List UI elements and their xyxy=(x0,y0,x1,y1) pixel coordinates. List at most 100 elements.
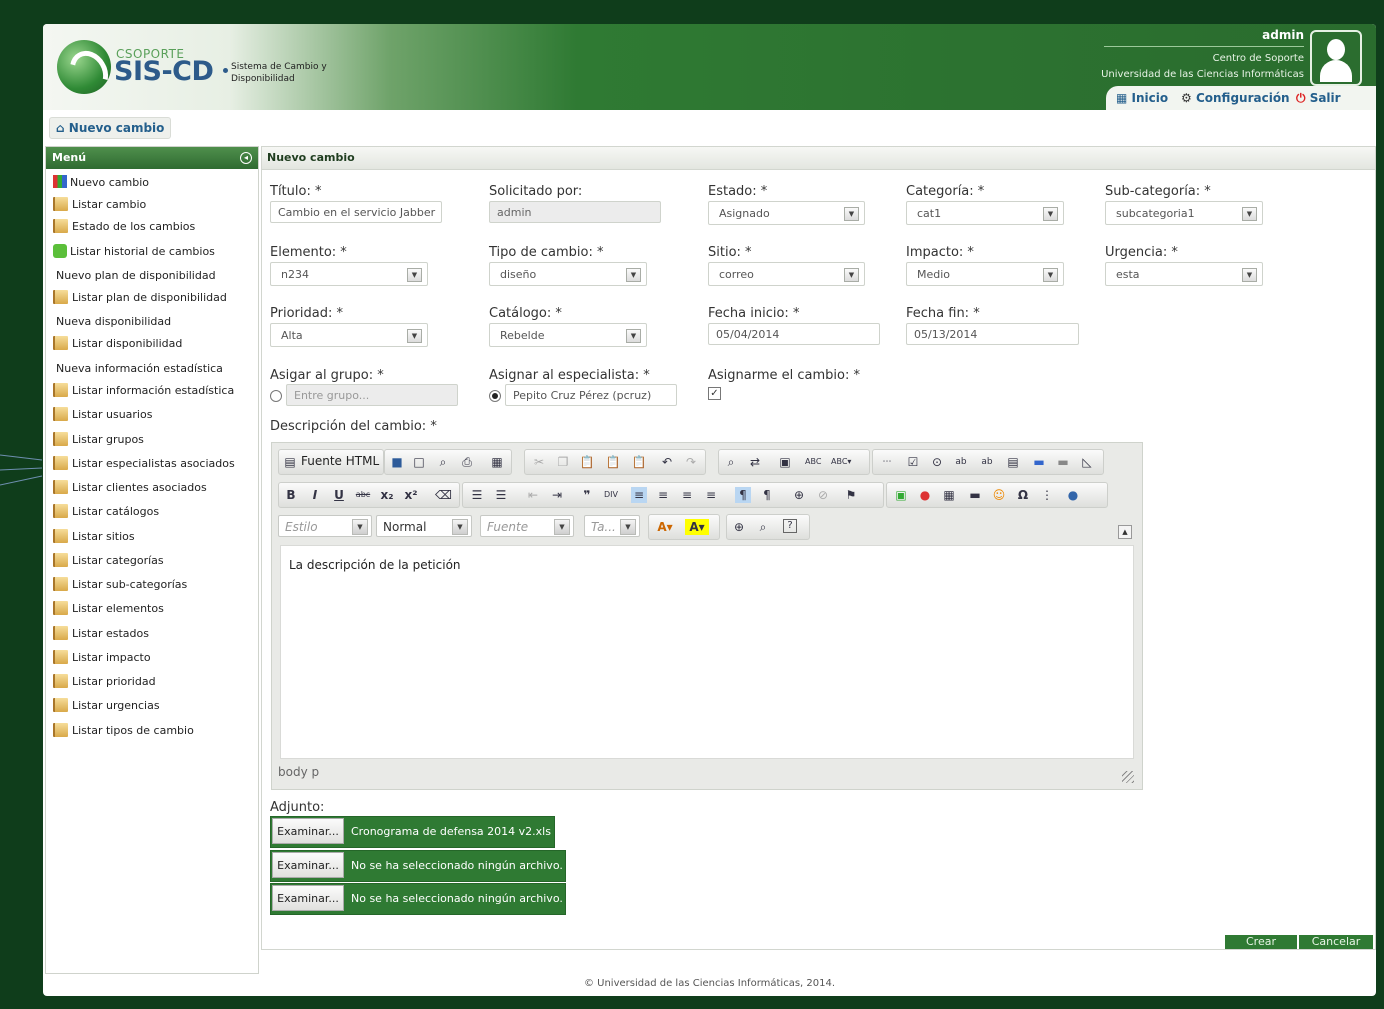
select-field-icon[interactable]: ▤ xyxy=(1005,454,1021,470)
sidebar-item-nuevo-plan[interactable]: Nuevo plan de disponibilidad xyxy=(56,267,216,285)
size-combo[interactable]: Ta... ▼ xyxy=(584,515,640,537)
ltr-icon[interactable]: ¶ xyxy=(735,487,751,503)
file-input[interactable]: Examinar... No se ha seleccionado ningún… xyxy=(270,850,566,882)
align-left-icon[interactable]: ≡ xyxy=(631,487,647,503)
italic-icon[interactable]: I xyxy=(307,487,323,503)
sidebar-item-listar-grupos[interactable]: Listar grupos xyxy=(53,431,144,449)
especialista-radio[interactable] xyxy=(489,390,501,402)
align-right-icon[interactable]: ≡ xyxy=(679,487,695,503)
style-combo[interactable]: Estilo ▼ xyxy=(278,515,372,537)
browse-button[interactable]: Examinar... xyxy=(272,818,344,844)
textarea-icon[interactable]: ab xyxy=(979,454,995,470)
nav-home[interactable]: ▦ Inicio xyxy=(1116,91,1168,105)
file-input[interactable]: Examinar... No se ha seleccionado ningún… xyxy=(270,883,566,915)
collapse-icon[interactable]: ◂ xyxy=(240,152,252,164)
link-icon[interactable]: ⊕ xyxy=(791,487,807,503)
prioridad-select[interactable]: Alta ▼ xyxy=(270,323,428,347)
help-icon[interactable]: ? xyxy=(783,519,797,533)
sidebar-item-sitios[interactable]: Listar sitios xyxy=(53,528,135,546)
templates-icon[interactable]: ▦ xyxy=(489,454,505,470)
resize-handle[interactable] xyxy=(1122,771,1134,783)
subscript-icon[interactable]: x₂ xyxy=(379,487,395,503)
catalogo-select[interactable]: Rebelde ▼ xyxy=(489,323,647,347)
justify-icon[interactable]: ≡ xyxy=(703,487,719,503)
impacto-select[interactable]: Medio ▼ xyxy=(906,262,1064,286)
sidebar-item-listar-usuarios[interactable]: Listar usuarios xyxy=(53,406,152,424)
undo-icon[interactable]: ↶ xyxy=(659,454,675,470)
subcategoria-select[interactable]: subcategoria1 ▼ xyxy=(1105,201,1263,225)
indent-icon[interactable]: ⇥ xyxy=(549,487,565,503)
numbered-list-icon[interactable]: ☰ xyxy=(469,487,485,503)
checkbox-icon[interactable]: ☑ xyxy=(905,454,921,470)
sidebar-item-nueva-disponibilidad[interactable]: Nueva disponibilidad xyxy=(56,313,171,331)
background-color-icon[interactable]: A▾ xyxy=(685,519,709,535)
editor-content[interactable]: La descripción de la petición xyxy=(280,545,1134,759)
fecha-fin-input[interactable]: 05/13/2014 xyxy=(906,323,1079,345)
bulleted-list-icon[interactable]: ☰ xyxy=(493,487,509,503)
blockquote-icon[interactable]: ❞ xyxy=(579,487,595,503)
sitio-select[interactable]: correo ▼ xyxy=(708,262,865,286)
paste-text-icon[interactable]: 📋 xyxy=(605,454,621,470)
categoria-select[interactable]: cat1 ▼ xyxy=(906,201,1064,225)
redo-icon[interactable]: ↷ xyxy=(683,454,699,470)
print-icon[interactable]: ⎙ xyxy=(459,454,475,470)
page-break-icon[interactable]: ⋮ xyxy=(1039,487,1055,503)
sidebar-item-subcategorias[interactable]: Listar sub-categorías xyxy=(53,576,187,594)
browse-button[interactable]: Examinar... xyxy=(272,852,344,878)
file-input[interactable]: Examinar... Cronograma de defensa 2014 v… xyxy=(270,816,555,848)
browse-button[interactable]: Examinar... xyxy=(272,885,344,911)
cancelar-button[interactable]: Cancelar xyxy=(1299,935,1373,949)
smiley-icon[interactable]: ☺ xyxy=(991,487,1007,503)
sidebar-item-elementos[interactable]: Listar elementos xyxy=(53,600,164,618)
urgencia-select[interactable]: esta ▼ xyxy=(1105,262,1263,286)
source-button[interactable]: ▤ Fuente HTML xyxy=(278,449,384,475)
text-color-icon[interactable]: A▾ xyxy=(653,519,677,535)
new-page-icon[interactable]: □ xyxy=(411,454,427,470)
sidebar-item-especialistas[interactable]: Listar especialistas asociados xyxy=(53,455,235,473)
sidebar-item-urgencias[interactable]: Listar urgencias xyxy=(53,697,160,715)
rtl-icon[interactable]: ¶ xyxy=(759,487,775,503)
nav-settings[interactable]: ⚙ Configuración xyxy=(1181,91,1290,105)
table-icon[interactable]: ▦ xyxy=(941,487,957,503)
bold-icon[interactable]: B xyxy=(283,487,299,503)
sidebar-item-categorias[interactable]: Listar categorías xyxy=(53,552,164,570)
titulo-input[interactable]: Cambio en el servicio Jabber xyxy=(270,201,442,223)
font-combo[interactable]: Fuente ▼ xyxy=(480,515,574,537)
button-icon[interactable]: ▬ xyxy=(1031,454,1047,470)
sidebar-item-nuevo-cambio[interactable]: Nuevo cambio xyxy=(53,174,149,192)
sidebar-item-catalogos[interactable]: Listar catálogos xyxy=(53,503,159,521)
outdent-icon[interactable]: ⇤ xyxy=(525,487,541,503)
sidebar-item-listar-estadistica[interactable]: Listar información estadística xyxy=(53,382,234,400)
flash-icon[interactable]: ● xyxy=(917,487,933,503)
breadcrumb[interactable]: ⌂ Nuevo cambio xyxy=(49,117,172,139)
especialista-input[interactable]: Pepito Cruz Pérez (pcruz) xyxy=(505,384,677,406)
anchor-icon[interactable]: ⚑ xyxy=(843,487,859,503)
sidebar-item-estado-cambios[interactable]: Estado de los cambios xyxy=(53,218,195,236)
textfield-icon[interactable]: ab xyxy=(953,454,969,470)
collapse-toolbar-icon[interactable]: ▲ xyxy=(1118,525,1132,539)
sidebar-item-historial[interactable]: Listar historial de cambios xyxy=(53,243,215,261)
paste-word-icon[interactable]: 📋 xyxy=(631,454,647,470)
format-combo[interactable]: Normal ▼ xyxy=(376,515,472,537)
copy-icon[interactable]: ❐ xyxy=(555,454,571,470)
grupo-radio[interactable] xyxy=(270,390,282,402)
tipo-select[interactable]: diseño ▼ xyxy=(489,262,647,286)
preview-icon[interactable]: ⌕ xyxy=(435,454,451,470)
sidebar-item-prioridad[interactable]: Listar prioridad xyxy=(53,673,156,691)
show-blocks-icon[interactable]: ⌕ xyxy=(755,519,771,535)
iframe-icon[interactable]: ● xyxy=(1065,487,1081,503)
find-icon[interactable]: ⌕ xyxy=(723,454,739,470)
replace-icon[interactable]: ⇄ xyxy=(747,454,763,470)
scayt-icon[interactable]: ABC▾ xyxy=(831,454,851,470)
horizontal-rule-icon[interactable]: ▬ xyxy=(967,487,983,503)
special-char-icon[interactable]: Ω xyxy=(1015,487,1031,503)
unlink-icon[interactable]: ⊘ xyxy=(815,487,831,503)
asignarme-checkbox[interactable]: ✓ xyxy=(708,387,721,400)
sidebar-item-listar-cambio[interactable]: Listar cambio xyxy=(53,196,146,214)
estado-select[interactable]: Asignado ▼ xyxy=(708,201,865,225)
sidebar-item-listar-disponibilidad[interactable]: Listar disponibilidad xyxy=(53,335,182,353)
select-all-icon[interactable]: ▣ xyxy=(777,454,793,470)
paste-icon[interactable]: 📋 xyxy=(579,454,595,470)
hidden-field-icon[interactable]: ◺ xyxy=(1079,454,1095,470)
sidebar-item-listar-plan[interactable]: Listar plan de disponibilidad xyxy=(53,289,227,307)
